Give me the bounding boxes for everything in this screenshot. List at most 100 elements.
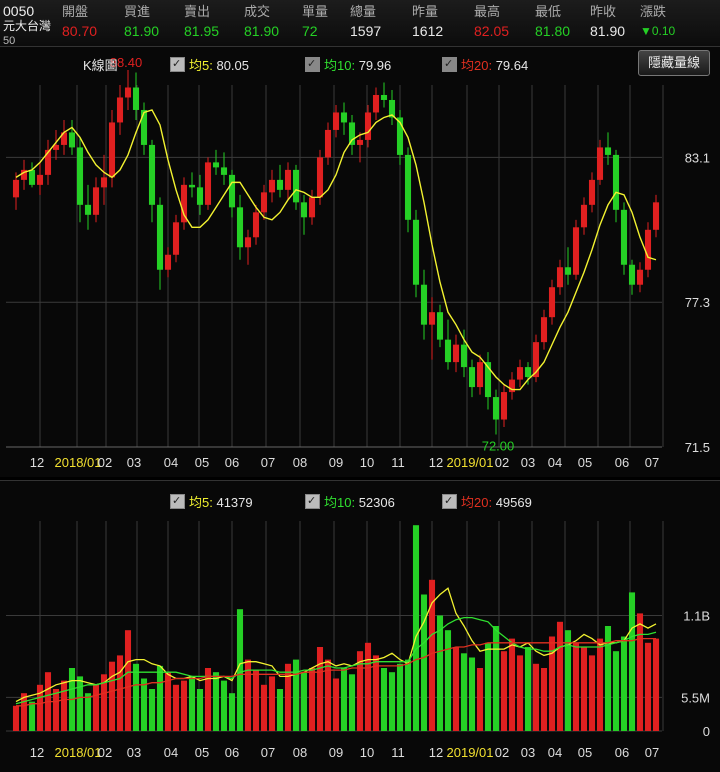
volume-bar: [612, 651, 620, 731]
candle-body: [172, 222, 180, 255]
quote-label: 最低: [535, 4, 562, 19]
legend-ma5[interactable]: 均5: 80.05: [170, 55, 249, 74]
candle-body: [372, 94, 380, 113]
volume-bar: [300, 672, 308, 731]
candle-body: [108, 122, 116, 178]
volume-bar: [644, 642, 652, 731]
x-tick-label: 2018/01: [55, 455, 102, 470]
candle-body: [84, 204, 92, 215]
x-tick-label: 02: [98, 745, 112, 760]
candle-body: [596, 147, 604, 180]
x-tick-label: 07: [261, 455, 275, 470]
volume-bar: [180, 680, 188, 731]
y-tick-label: 1.1B: [683, 609, 710, 624]
x-tick-label: 11: [391, 455, 405, 470]
candle-body: [420, 284, 428, 325]
volume-bar: [596, 638, 604, 731]
candle-body: [620, 209, 628, 265]
quote-field-0: 開盤 80.70: [62, 3, 124, 41]
ma20-value: 79.64: [495, 58, 529, 73]
vol-legend-ma20[interactable]: 均20: 49569: [442, 492, 532, 511]
candle-body: [316, 157, 324, 198]
volume-bar: [196, 689, 204, 731]
vol-legend-ma5[interactable]: 均5: 41379: [170, 492, 253, 511]
vol-ma20-value: 49569: [495, 495, 532, 510]
volume-bar: [268, 676, 276, 731]
candle-body: [348, 122, 356, 145]
x-tick-label: 03: [521, 455, 535, 470]
volume-bar: [236, 609, 244, 731]
volume-bar: [396, 663, 404, 731]
volume-bar: [252, 670, 260, 731]
volume-bar: [172, 684, 180, 731]
symbol-code: 0050: [3, 3, 35, 19]
x-tick-label: 03: [521, 745, 535, 760]
volume-bar: [188, 676, 196, 731]
volume-bar: [108, 661, 116, 731]
vol-ma10-checkbox[interactable]: [305, 494, 320, 509]
candle-body: [652, 202, 660, 230]
candle-body: [356, 139, 364, 145]
volume-chart: 1.1B5.5M012 2018/0102 03 04 05 06 07 08 09 10 11 12…: [6, 521, 710, 760]
x-tick-label: 02: [98, 455, 112, 470]
vol-ma5-checkbox[interactable]: [170, 494, 185, 509]
volume-bar: [540, 668, 548, 731]
ma5-label: 均5:: [189, 58, 213, 73]
quote-label: 成交: [244, 4, 271, 19]
x-tick-label: 05: [578, 455, 592, 470]
y-tick-label: 77.3: [685, 295, 710, 310]
candle-body: [100, 177, 108, 188]
quote-field-5: 總量 1597: [350, 3, 412, 41]
volume-bar: [492, 626, 500, 731]
volume-bar: [308, 668, 316, 731]
x-tick-label: 10: [360, 745, 374, 760]
quote-field-1: 買進 81.90: [124, 3, 186, 41]
x-tick-label: 06: [225, 455, 239, 470]
volume-bar: [420, 594, 428, 731]
volume-bar: [388, 672, 396, 731]
candle-body: [140, 109, 148, 145]
candle-body: [380, 94, 388, 100]
y-tick-label: 71.5: [685, 440, 710, 455]
x-tick-label: 07: [645, 455, 659, 470]
ma10-checkbox[interactable]: [305, 57, 320, 72]
candle-body: [476, 362, 484, 388]
hide-volume-button[interactable]: 隱藏量線: [638, 50, 710, 76]
volume-bar: [532, 663, 540, 731]
vol-ma5-value: 41379: [216, 495, 253, 510]
symbol-block: 0050 元大台灣 50: [3, 4, 51, 49]
vol-ma20-checkbox[interactable]: [442, 494, 457, 509]
quote-value: 81.90: [124, 23, 160, 39]
x-tick-label: 07: [645, 745, 659, 760]
volume-panel: 1.1B 5.5M 0 12 2018/01 02 03 04 05 06 07 08 09 10 11 12…: [0, 480, 720, 772]
volume-bar: [340, 668, 348, 731]
vol-legend-ma10[interactable]: 均10: 52306: [305, 492, 395, 511]
candle-body: [284, 169, 292, 190]
x-tick-label: 2019/01: [447, 455, 494, 470]
quote-field-6: 昨量 1612: [412, 3, 474, 41]
x-tick-label: 12: [429, 745, 443, 760]
quote-label: 漲跌: [640, 4, 667, 19]
volume-bar: [636, 613, 644, 731]
candle-body: [68, 132, 76, 148]
legend-ma20[interactable]: 均20: 79.64: [442, 55, 528, 74]
quote-field-10: 漲跌 ▼0.10 0.1%: [640, 3, 702, 58]
candle-body: [468, 367, 476, 388]
candle-body: [92, 187, 100, 215]
vol-ma5-label: 均5:: [189, 495, 213, 510]
kline-panel: 83.1 77.3 71.5 88.40 72.00 12 2018/01 02 03 04 05 0…: [0, 46, 720, 477]
x-tick-label: 10: [360, 455, 374, 470]
legend-ma10[interactable]: 均10: 79.96: [305, 55, 391, 74]
x-tick-label: 05: [195, 455, 209, 470]
quote-label: 開盤: [62, 4, 89, 19]
volume-bar: [276, 689, 284, 731]
volume-bar: [220, 680, 228, 731]
candle-body: [36, 174, 44, 185]
quote-label: 昨量: [412, 4, 439, 19]
candle-body: [644, 229, 652, 270]
ma20-checkbox[interactable]: [442, 57, 457, 72]
volume-bar: [412, 525, 420, 731]
candle-body: [364, 112, 372, 140]
volume-bar: [316, 647, 324, 731]
ma5-checkbox[interactable]: [170, 57, 185, 72]
